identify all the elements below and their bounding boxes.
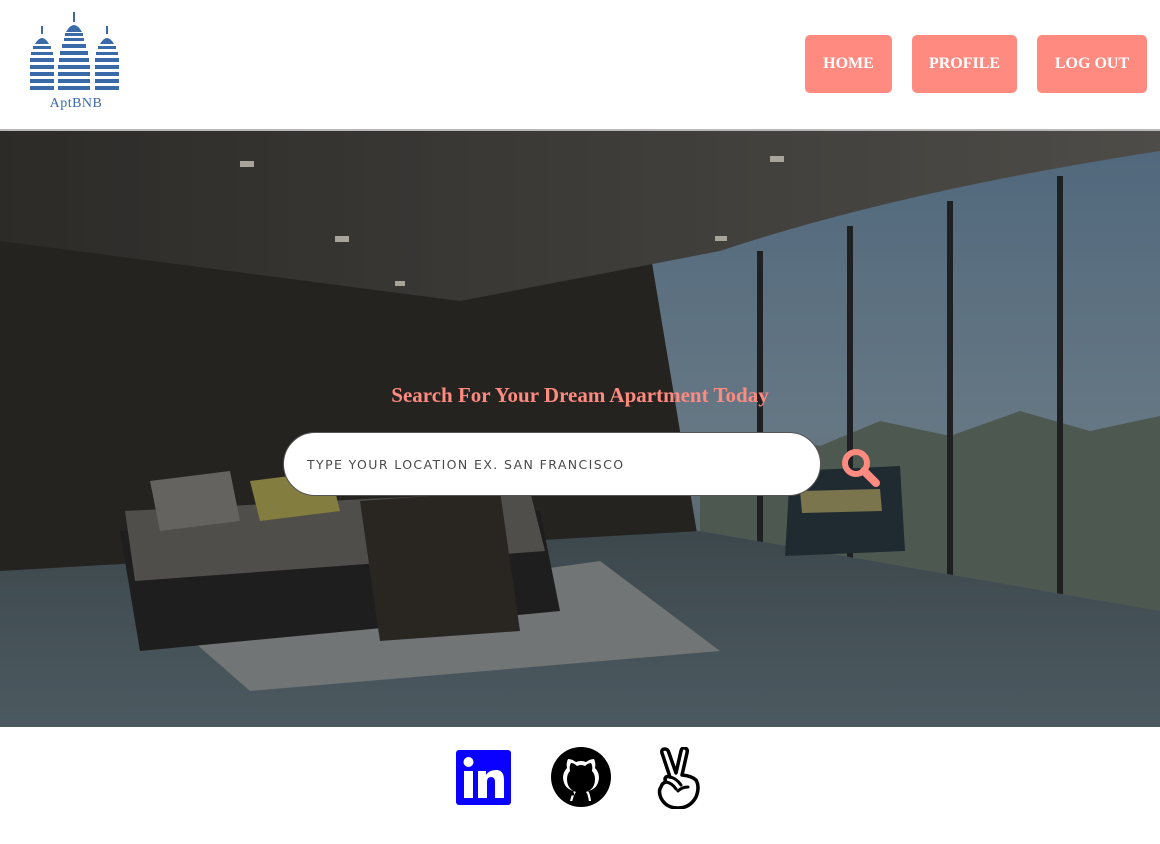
angellist-icon bbox=[657, 746, 700, 810]
github-icon bbox=[551, 747, 611, 807]
logo-text: AptBNB bbox=[49, 96, 103, 111]
header: AptBNB HOME PROFILE LOG OUT bbox=[0, 0, 1160, 131]
search-icon bbox=[842, 449, 880, 487]
hero-section: Search For Your Dream Apartment Today bbox=[0, 131, 1160, 727]
github-link[interactable] bbox=[550, 747, 612, 809]
home-button[interactable]: HOME bbox=[805, 35, 892, 93]
hero-title: Search For Your Dream Apartment Today bbox=[391, 383, 769, 407]
search-button[interactable] bbox=[838, 445, 884, 491]
footer bbox=[0, 727, 1160, 844]
bedroom-background-image bbox=[0, 131, 1160, 727]
location-search-input[interactable] bbox=[283, 432, 821, 496]
profile-button[interactable]: PROFILE bbox=[912, 35, 1017, 93]
linkedin-link[interactable] bbox=[452, 747, 514, 809]
linkedin-icon bbox=[456, 750, 511, 805]
log-out-button[interactable]: LOG OUT bbox=[1037, 35, 1147, 93]
top-nav: HOME PROFILE LOG OUT bbox=[0, 35, 1160, 93]
angellist-link[interactable] bbox=[648, 746, 710, 810]
